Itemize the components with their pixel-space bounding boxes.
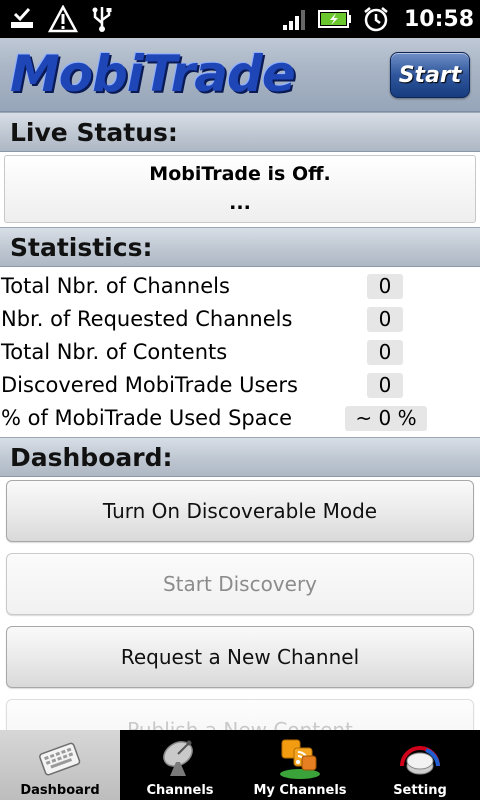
- keyboard-icon: [39, 742, 81, 776]
- usb-icon: [92, 7, 112, 32]
- live-status-message: MobiTrade is Off.: [149, 163, 331, 185]
- tab-setting[interactable]: Setting: [360, 730, 480, 800]
- stat-label: Nbr. of Requested Channels: [1, 307, 293, 331]
- satellite-dish-icon: [163, 740, 193, 776]
- start-button[interactable]: Start: [390, 52, 470, 98]
- stat-row-requested-channels: Nbr. of Requested Channels 0: [0, 303, 480, 336]
- stat-row-total-contents: Total Nbr. of Contents 0: [0, 336, 480, 369]
- tab-label: Channels: [146, 783, 214, 798]
- settings-knob-icon: [400, 746, 440, 775]
- warning-icon: [48, 5, 78, 33]
- stat-value: 0: [367, 274, 403, 299]
- tab-my-channels[interactable]: My Channels: [240, 730, 360, 800]
- system-icons: 10:58: [282, 3, 474, 35]
- stat-value: ~ 0 %: [345, 406, 427, 431]
- battery-charging-icon: [317, 10, 351, 28]
- statistics-header: Statistics:: [0, 227, 480, 267]
- status-bar: 10:58: [0, 0, 480, 38]
- tab-channels[interactable]: Channels: [120, 730, 240, 800]
- stat-label: % of MobiTrade Used Space: [1, 406, 293, 430]
- live-status-header: Live Status:: [0, 112, 480, 152]
- tab-dashboard[interactable]: Dashboard: [0, 730, 120, 800]
- stat-value: 0: [367, 373, 403, 398]
- notification-icons: [8, 3, 114, 35]
- alarm-clock-icon: [364, 7, 388, 32]
- rss-feeds-icon: [280, 739, 320, 779]
- stat-row-total-channels: Total Nbr. of Channels 0: [0, 270, 480, 303]
- bottom-tab-bar: Dashboard Channels My Channels Setting: [0, 730, 480, 800]
- start-discovery-button[interactable]: Start Discovery: [6, 553, 474, 615]
- stat-value: 0: [367, 307, 403, 332]
- stat-label: Total Nbr. of Channels: [1, 274, 230, 298]
- stat-label: Total Nbr. of Contents: [1, 340, 228, 364]
- dashboard-header: Dashboard:: [0, 437, 480, 477]
- download-done-icon: [11, 7, 33, 28]
- stat-label: Discovered MobiTrade Users: [1, 373, 298, 397]
- app-header: MobiTrade Start: [0, 38, 480, 112]
- tab-label: Setting: [393, 783, 447, 798]
- turn-on-discoverable-button[interactable]: Turn On Discoverable Mode: [6, 480, 474, 542]
- app-logo: MobiTrade: [10, 45, 296, 103]
- stat-row-discovered-users: Discovered MobiTrade Users 0: [0, 369, 480, 402]
- live-status-box: MobiTrade is Off. ...: [4, 155, 476, 223]
- tab-label: Dashboard: [20, 783, 100, 798]
- stat-row-used-space: % of MobiTrade Used Space ~ 0 %: [0, 402, 480, 435]
- signal-icon: [282, 10, 305, 30]
- stat-value: 0: [367, 340, 403, 365]
- tab-label: My Channels: [253, 783, 347, 798]
- live-status-detail: ...: [229, 192, 251, 214]
- clock-time: 10:58: [403, 6, 474, 32]
- request-new-channel-button[interactable]: Request a New Channel: [6, 626, 474, 688]
